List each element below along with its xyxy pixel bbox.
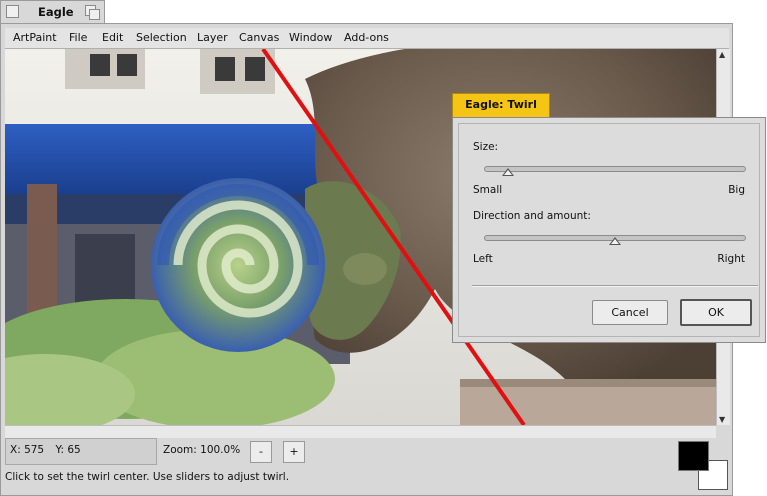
foreground-color-swatch[interactable]: [678, 441, 709, 471]
twirl-dialog: Size: Small Big Direction and amount: Le…: [452, 117, 766, 343]
size-slider[interactable]: [484, 166, 746, 176]
zoom-out-button[interactable]: -: [250, 441, 272, 463]
horizontal-scrollbar[interactable]: [5, 425, 716, 438]
zoom-window-button[interactable]: [85, 5, 100, 20]
direction-slider-thumb[interactable]: [609, 237, 621, 245]
direction-label: Direction and amount:: [473, 210, 591, 222]
coordinates-readout: X: 575 Y: 65: [5, 438, 157, 465]
x-coordinate: X: 575: [10, 444, 45, 456]
menu-selection[interactable]: Selection: [136, 31, 187, 44]
status-hint: Click to set the twirl center. Use slide…: [5, 471, 290, 483]
menu-layer[interactable]: Layer: [197, 31, 228, 44]
menu-file[interactable]: File: [69, 31, 87, 44]
size-label: Size:: [473, 141, 499, 153]
cancel-button[interactable]: Cancel: [592, 300, 668, 325]
menu-window[interactable]: Window: [289, 31, 332, 44]
direction-min-label: Left: [473, 253, 493, 265]
y-coordinate: Y: 65: [55, 444, 81, 456]
zoom-icon-front: [89, 9, 100, 20]
zoom-in-button[interactable]: +: [283, 441, 305, 463]
menu-canvas[interactable]: Canvas: [239, 31, 279, 44]
size-max-label: Big: [728, 184, 745, 196]
dialog-separator: [472, 285, 758, 287]
dialog-panel: Size: Small Big Direction and amount: Le…: [458, 123, 760, 337]
menu-edit[interactable]: Edit: [102, 31, 123, 44]
menu-addons[interactable]: Add-ons: [344, 31, 389, 44]
close-window-button[interactable]: [6, 5, 19, 18]
scroll-up-icon[interactable]: ▲: [719, 50, 725, 59]
menu-artpaint[interactable]: ArtPaint: [13, 31, 57, 44]
direction-max-label: Right: [717, 253, 745, 265]
menu-bar: ArtPaint File Edit Selection Layer Canva…: [5, 28, 729, 49]
size-slider-thumb[interactable]: [502, 168, 515, 176]
window-title: Eagle: [38, 5, 74, 19]
dialog-title[interactable]: Eagle: Twirl: [452, 93, 550, 117]
window-tab[interactable]: Eagle: [0, 0, 105, 23]
ok-button[interactable]: OK: [680, 299, 752, 326]
zoom-level: Zoom: 100.0%: [163, 444, 241, 456]
direction-slider[interactable]: [484, 235, 746, 245]
size-min-label: Small: [473, 184, 503, 196]
scroll-down-icon[interactable]: ▼: [719, 415, 725, 424]
